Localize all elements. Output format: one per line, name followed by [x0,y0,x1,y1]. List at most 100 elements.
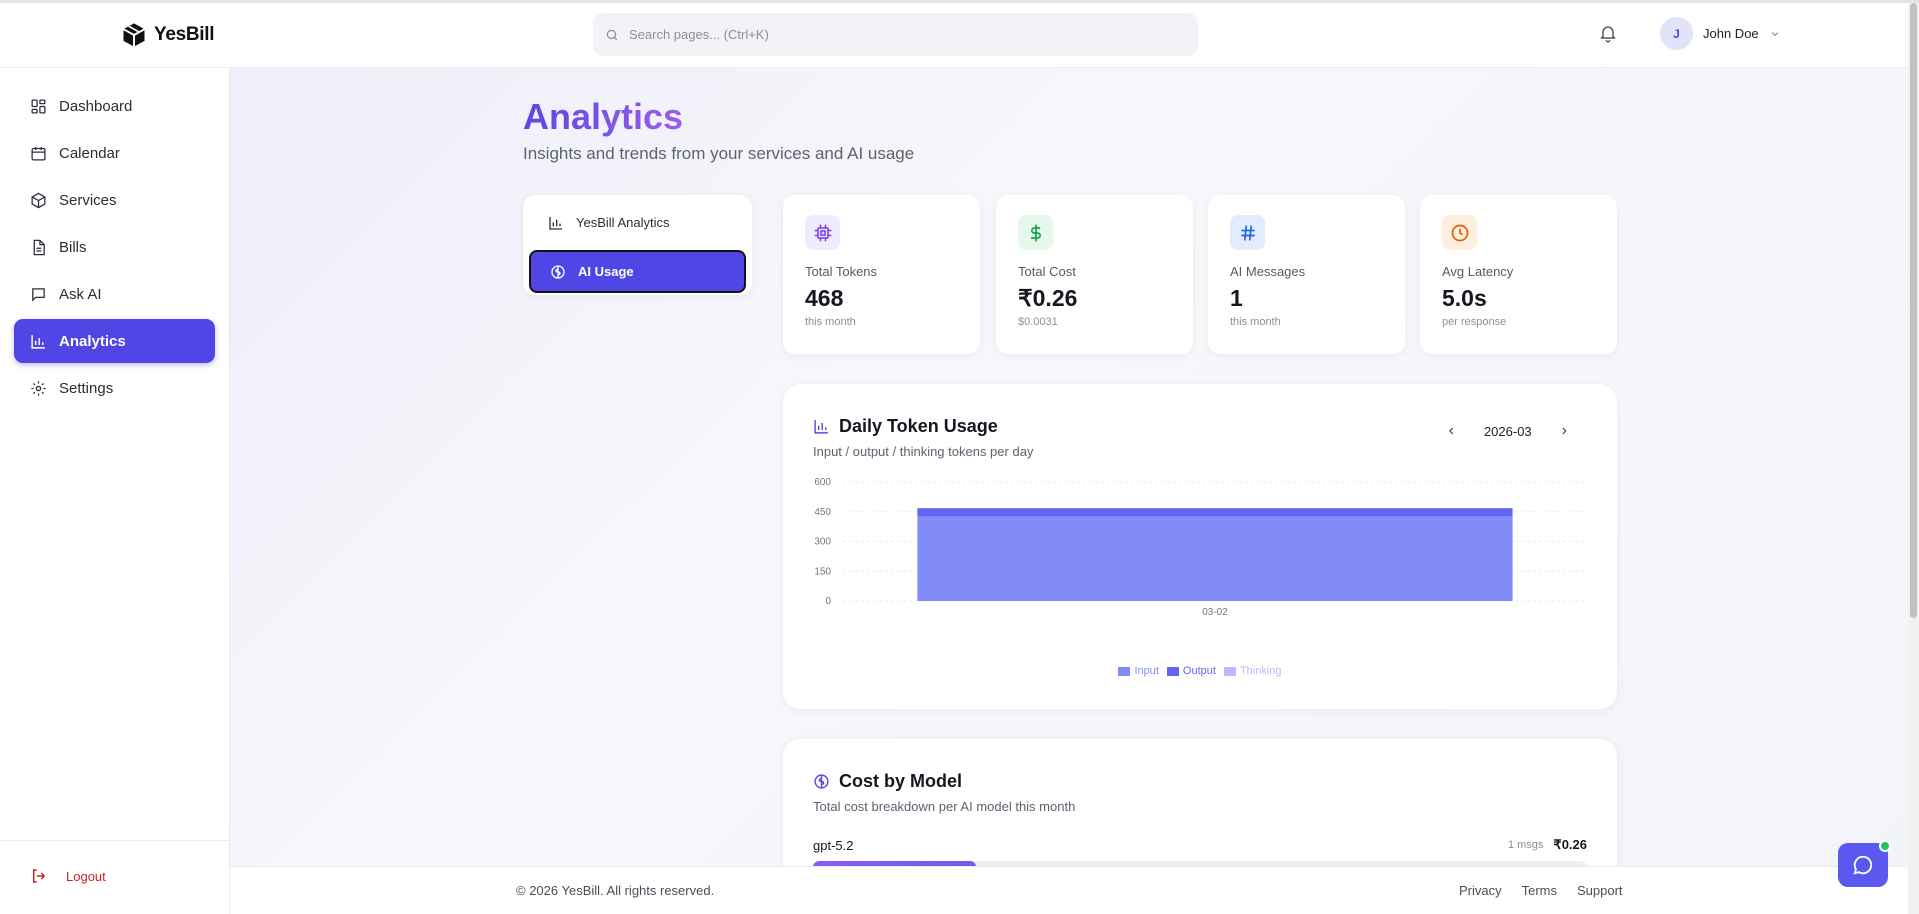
legend-item-input[interactable]: Input [1118,665,1159,677]
search-bar[interactable] [593,13,1198,56]
y-tick-label: 600 [814,477,831,488]
brain-icon [814,774,829,789]
scrollbar-thumb[interactable] [1910,3,1917,618]
legend-swatch [1223,666,1236,676]
cpu-icon [814,224,831,241]
online-indicator [1879,840,1891,852]
model-stats: 1 msgs ₹0.26 [1508,837,1587,853]
footer-links: Privacy Terms Support [1459,883,1623,898]
sidebar-item-label: Bills [59,238,87,256]
search-icon [606,29,618,40]
token-usage-chart: 0 150 300 450 600 03-02 [814,477,1587,618]
chat-button[interactable] [1838,840,1891,887]
bar-chart-icon [549,216,562,230]
file-icon [33,239,45,255]
y-tick-label: 300 [814,537,831,548]
model-row: gpt-5.2 1 msgs ₹0.26 [813,837,1587,853]
stat-card-total-cost: Total Cost ₹0.26 $0.0031 [996,195,1193,354]
stat-sub: this month [805,316,856,328]
sidebar-item-services[interactable]: Services [14,178,215,222]
legend-swatch [1118,666,1131,676]
daily-usage-subtitle: Input / output / thinking tokens per day [813,444,1034,459]
tab-ai-usage[interactable]: AI Usage [529,250,746,293]
stat-value: 468 [805,285,844,311]
clock-icon [1451,224,1468,241]
dashboard-icon [31,98,46,114]
stat-sub: per response [1442,316,1507,328]
stat-value: 5.0s [1442,285,1487,311]
page-title: Analytics [523,96,684,137]
sidebar-item-dashboard[interactable]: Dashboard [14,84,215,128]
box-icon [31,192,46,208]
stat-icon-wrap [1230,215,1265,250]
chart-legend: Input Output Thinking [783,665,1617,677]
sidebar-item-bills[interactable]: Bills [14,225,215,269]
legend-label: Input [1134,665,1159,677]
sidebar-item-label: Settings [59,379,114,397]
stat-value: 1 [1230,285,1243,311]
logout-label: Logout [66,868,106,884]
footer-link-support[interactable]: Support [1577,883,1623,898]
model-cost: ₹0.26 [1553,837,1587,852]
legend-item-output[interactable]: Output [1166,665,1216,677]
footer-link-terms[interactable]: Terms [1522,883,1557,898]
sidebar: Dashboard Calendar Services Bills Ask AI… [0,68,230,914]
cost-by-model-title: Cost by Model [839,771,963,791]
sidebar-item-analytics[interactable]: Analytics [14,319,215,363]
cost-by-model-subtitle: Total cost breakdown per AI model this m… [813,799,1076,814]
stat-sub: $0.0031 [1018,316,1058,328]
logout-button[interactable]: Logout [30,867,106,885]
sidebar-item-label: Ask AI [59,285,102,303]
current-month: 2026-03 [1483,423,1532,439]
bar-output-03-02[interactable] [917,508,1513,517]
footer-link-privacy[interactable]: Privacy [1459,883,1502,898]
cube-logo-icon [123,23,145,47]
daily-usage-title: Daily Token Usage [839,416,998,436]
sidebar-item-calendar[interactable]: Calendar [14,131,215,175]
stat-value: ₹0.26 [1018,285,1078,311]
legend-item-thinking[interactable]: Thinking [1223,665,1282,677]
scrollbar[interactable] [1908,3,1919,914]
stat-label: Avg Latency [1442,264,1514,279]
y-tick-label: 150 [814,566,831,577]
y-tick-label: 0 [825,596,831,607]
tab-label: YesBill Analytics [576,215,670,230]
copyright: © 2026 YesBill. All rights reserved. [516,883,715,898]
sidebar-item-settings[interactable]: Settings [14,366,215,410]
stat-card-total-tokens: Total Tokens 468 this month [783,195,980,354]
user-menu[interactable]: J John Doe [1660,17,1781,50]
chat-bubble-icon [1853,855,1873,875]
app-name: YesBill [154,24,215,45]
stat-label: Total Tokens [805,264,878,279]
sidebar-item-label: Analytics [59,332,126,350]
model-name: gpt-5.2 [813,837,854,853]
next-month-button[interactable]: › [1562,422,1567,440]
search-input[interactable] [629,27,1169,42]
gear-icon [31,380,46,396]
model-msgs: 1 msgs [1507,839,1544,851]
stat-icon-wrap [1018,215,1053,250]
footer: © 2026 YesBill. All rights reserved. Pri… [230,866,1908,914]
bar-chart-icon [31,334,45,349]
notification-bell-icon[interactable] [1598,23,1618,43]
card-title: Daily Token Usage [813,416,998,437]
stat-card-avg-latency: Avg Latency 5.0s per response [1420,195,1617,354]
hash-icon [1240,224,1255,241]
sidebar-nav: Dashboard Calendar Services Bills Ask AI… [14,84,215,413]
tab-yesbill-analytics[interactable]: YesBill Analytics [529,201,746,244]
top-header: YesBill J John Doe [0,3,1908,68]
card-title: Cost by Model [813,771,962,792]
daily-token-usage-card: Daily Token Usage Input / output / think… [783,384,1617,709]
page-subtitle: Insights and trends from your services a… [523,144,915,163]
bar-input-03-02[interactable] [917,516,1513,601]
dollar-icon [1030,224,1041,241]
message-icon [32,287,45,302]
sidebar-item-ask-ai[interactable]: Ask AI [14,272,215,316]
sidebar-item-label: Services [59,191,117,209]
prev-month-button[interactable]: ‹ [1449,422,1454,440]
chevron-down-icon [1771,31,1779,36]
analytics-tabs: YesBill Analytics AI Usage [523,195,752,295]
logout-icon [33,869,46,883]
app-logo[interactable]: YesBill [120,21,215,49]
brain-icon [551,264,565,279]
